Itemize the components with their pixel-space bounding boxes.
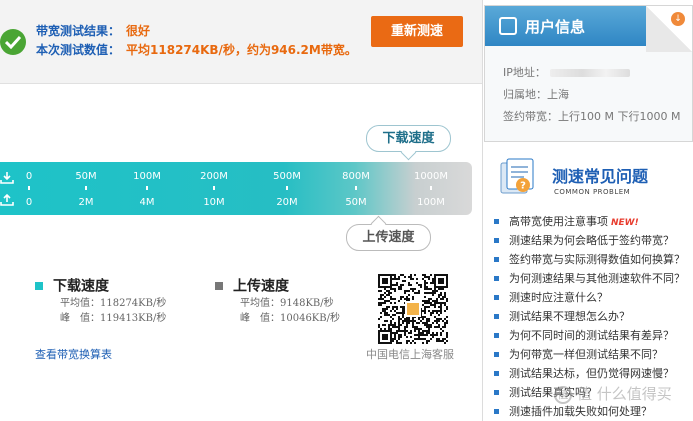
upload-tick-label: 20M <box>276 197 298 208</box>
faq-item[interactable]: 测试结果达标，但仍觉得网速慢？ <box>493 364 693 383</box>
upload-tick-label: 4M <box>139 197 155 208</box>
speed-result-label: 本次测试数值： <box>36 43 121 57</box>
watermark-text: 值 什么值得买 <box>577 385 672 403</box>
user-info-panel: 用户信息 ↓ IP地址： 归属地：上海 签约带宽：上行100 M 下行1000 … <box>484 5 693 142</box>
upload-peak: 峰 值：10046KB/秒 <box>240 312 340 324</box>
upload-avg: 平均值：9148KB/秒 <box>240 297 334 309</box>
faq-item-label: 为何不同时间的测试结果有差异？ <box>509 329 674 342</box>
tick-mark <box>286 186 288 190</box>
upload-tick-label: 0 <box>25 197 33 208</box>
faq-item[interactable]: 高带宽使用注意事项 NEW! <box>493 212 693 231</box>
faq-item[interactable]: 为何带宽一样但测试结果不同？ <box>493 345 693 364</box>
faq-title: 测速常见问题 <box>552 167 649 186</box>
watermark: 值值 什么值得买 <box>554 383 672 404</box>
download-tick-label: 200M <box>200 171 228 182</box>
upload-tick-label: 50M <box>345 197 367 208</box>
qr-code[interactable] <box>378 274 448 344</box>
check-icon <box>0 29 26 55</box>
download-tick-label: 500M <box>273 171 301 182</box>
faq-item-label: 测速时应注意什么？ <box>509 291 608 304</box>
new-badge: NEW! <box>611 218 639 228</box>
upload-icon <box>0 193 14 206</box>
download-icon <box>0 172 14 184</box>
result-bar: 带宽测试结果： 很好 本次测试数值： 平均118274KB/秒，约为946.2M带宽… <box>0 0 482 84</box>
download-tick-label: 1000M <box>413 171 449 182</box>
user-card-icon <box>499 17 517 35</box>
download-tick-label: 50M <box>75 171 97 182</box>
upload-stats-title: 上传速度 <box>233 278 289 295</box>
faq-item-label: 测速结果为何会略低于签约带宽？ <box>509 234 674 247</box>
ip-redacted <box>549 69 630 77</box>
faq-illustration-icon: ? <box>500 158 534 194</box>
faq-item[interactable]: 签约带宽与实际测得数值如何换算？ <box>493 250 693 269</box>
bandwidth-result-value: 很好 <box>126 24 151 38</box>
download-tick-label: 0 <box>25 171 33 182</box>
page-curl-corner[interactable]: ↓ <box>646 6 692 52</box>
faq-item[interactable]: 测速插件加载失败如何处理？ <box>493 402 693 421</box>
faq-item-label: 签约带宽与实际测得数值如何换算？ <box>509 253 685 266</box>
tick-mark <box>213 186 215 190</box>
faq-item[interactable]: 为何测速结果与其他测速软件不同？ <box>493 269 693 288</box>
faq-item[interactable]: 测速时应注意什么？ <box>493 288 693 307</box>
upload-stats: 上传速度 平均值：9148KB/秒 峰 值：10046KB/秒 <box>215 275 340 326</box>
upload-legend-square <box>215 281 223 290</box>
speed-result-value: 平均118274KB/秒，约为946.2M带宽。 <box>126 43 357 57</box>
upload-speed-bubble: 上传速度 <box>346 224 431 251</box>
watermark-logo-icon: 值 <box>554 385 572 404</box>
download-legend-square <box>35 281 43 290</box>
download-speed-bubble: 下载速度 <box>366 125 451 152</box>
bandwidth-conversion-link[interactable]: 查看带宽换算表 <box>35 346 112 362</box>
speed-result-row: 本次测试数值： 平均118274KB/秒，约为946.2M带宽。 <box>36 41 357 58</box>
bandwidth-result-label: 带宽测试结果： <box>36 24 121 38</box>
tick-mark <box>430 186 432 190</box>
faq-item[interactable]: 测速结果为何会略低于签约带宽？ <box>493 231 693 250</box>
faq-header: ? 测速常见问题 COMMON PROBLEM <box>497 153 693 203</box>
download-stats-title: 下载速度 <box>53 278 109 295</box>
faq-item[interactable]: 为何不同时间的测试结果有差异？ <box>493 326 693 345</box>
tick-mark <box>355 186 357 190</box>
qr-caption: 中国电信上海客服 <box>366 348 454 361</box>
faq-subtitle: COMMON PROBLEM <box>554 188 631 196</box>
location-row: 归属地：上海 <box>503 88 569 101</box>
faq-item-label: 测速插件加载失败如何处理？ <box>509 405 652 418</box>
contract-bandwidth-row: 签约带宽：上行100 M 下行1000 M <box>503 110 681 123</box>
upload-tick-label: 10M <box>203 197 225 208</box>
bandwidth-result-row: 带宽测试结果： 很好 <box>36 22 150 39</box>
download-peak: 峰 值：119413KB/秒 <box>60 312 167 324</box>
svg-text:?: ? <box>520 181 526 192</box>
retest-button[interactable]: 重新测速 <box>371 16 463 47</box>
download-stats: 下载速度 平均值：118274KB/秒 峰 值：119413KB/秒 <box>35 275 166 326</box>
faq-item-label: 为何测速结果与其他测速软件不同？ <box>509 272 685 285</box>
tick-mark <box>146 186 148 190</box>
faq-item-label: 高带宽使用注意事项 <box>509 215 608 228</box>
ip-label: IP地址： <box>503 66 546 79</box>
tick-mark <box>85 186 87 190</box>
download-tick-label: 100M <box>133 171 161 182</box>
download-tick-label: 800M <box>342 171 370 182</box>
user-info-title: 用户信息 <box>525 18 586 36</box>
faq-item-label: 为何带宽一样但测试结果不同？ <box>509 348 663 361</box>
upload-tick-label: 100M <box>417 197 445 208</box>
tick-mark <box>28 186 30 190</box>
ip-row: IP地址： <box>503 64 630 80</box>
arrow-down-icon: ↓ <box>671 12 685 26</box>
faq-item-label: 测试结果不理想怎么办？ <box>509 310 630 323</box>
upload-tick-label: 2M <box>78 197 94 208</box>
faq-item[interactable]: 测试结果不理想怎么办？ <box>493 307 693 326</box>
faq-item-label: 测试结果达标，但仍觉得网速慢？ <box>509 367 674 380</box>
speed-gauge: 0 50M 100M 200M 500M 800M 1000M 0 2M 4M 10M 20M 50M 1… <box>0 162 472 215</box>
download-avg: 平均值：118274KB/秒 <box>60 297 167 309</box>
sidebar-divider <box>482 0 483 421</box>
